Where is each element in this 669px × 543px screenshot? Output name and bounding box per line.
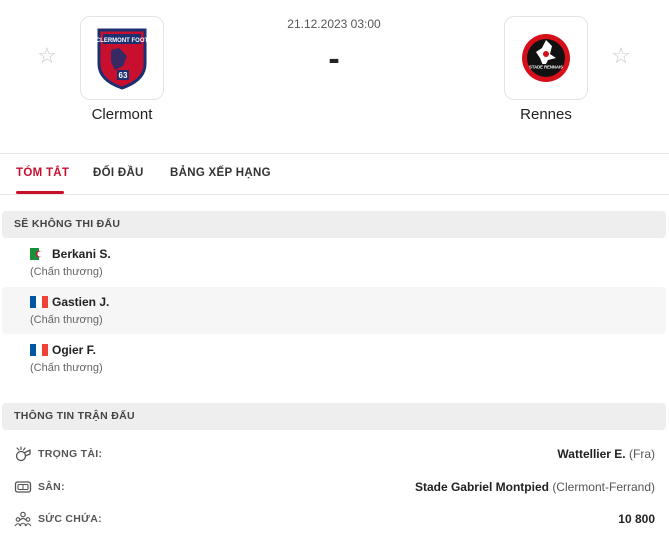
- player-name[interactable]: Berkani S.: [52, 247, 111, 261]
- home-team-name[interactable]: Clermont: [52, 106, 192, 123]
- list-item: Berkani S. (Chấn thương): [2, 239, 666, 286]
- referee-value: Wattellier E. (Fra): [557, 447, 655, 461]
- absence-reason: (Chấn thương): [30, 266, 103, 278]
- tab-standings[interactable]: BẢNG XẾP HẠNG: [170, 167, 271, 179]
- referee-row: TRỌNG TÀI: Wattellier E. (Fra): [0, 443, 669, 467]
- crowd-icon: [14, 511, 32, 527]
- referee-name: Wattellier E.: [557, 447, 626, 461]
- list-item: Gastien J. (Chấn thương): [2, 287, 666, 334]
- match-score: -: [328, 40, 340, 78]
- favorite-away-star-icon[interactable]: ☆: [610, 46, 632, 68]
- clermont-crest-number: 63: [119, 71, 128, 80]
- capacity-label: SỨC CHỨA:: [38, 513, 102, 525]
- favorite-home-star-icon[interactable]: ☆: [36, 46, 58, 68]
- tab-summary[interactable]: TÓM TẮT: [16, 167, 69, 179]
- home-team-logo[interactable]: CLERMONT FOOT 63: [80, 16, 164, 100]
- match-date: 21.12.2023 03:00: [287, 17, 381, 31]
- clermont-crest-text: CLERMONT FOOT: [96, 38, 149, 44]
- france-flag-icon: [30, 296, 48, 308]
- france-flag-icon: [30, 344, 48, 356]
- referee-country: (Fra): [629, 447, 655, 461]
- tab-head-to-head[interactable]: ĐỐI ĐẦU: [93, 167, 144, 179]
- away-team-logo[interactable]: STADE RENNAIS: [504, 16, 588, 100]
- venue-label: SÂN:: [38, 481, 65, 493]
- rennes-crest-icon: STADE RENNAIS: [522, 34, 570, 82]
- rennes-crest-text: STADE RENNAIS: [529, 65, 563, 70]
- clermont-crest-icon: CLERMONT FOOT 63: [96, 28, 149, 90]
- tab-bar: TÓM TẮT ĐỐI ĐẦU BẢNG XẾP HẠNG: [0, 153, 669, 195]
- stadium-icon: [14, 481, 32, 493]
- match-info-header: THÔNG TIN TRẬN ĐẤU: [2, 403, 666, 430]
- player-name[interactable]: Ogier F.: [52, 343, 96, 357]
- capacity-number: 10 800: [618, 512, 655, 526]
- absence-reason: (Chấn thương): [30, 362, 103, 374]
- match-header: ☆ CLERMONT FOOT 63 Clermont 21.12.2023 0…: [0, 0, 669, 153]
- algeria-flag-icon: [30, 248, 48, 260]
- away-team-name[interactable]: Rennes: [476, 106, 616, 123]
- referee-label: TRỌNG TÀI:: [38, 448, 103, 460]
- venue-value: Stade Gabriel Montpied (Clermont-Ferrand…: [415, 480, 655, 494]
- whistle-icon: [15, 446, 31, 462]
- venue-row: SÂN: Stade Gabriel Montpied (Clermont-Fe…: [0, 476, 669, 500]
- capacity-row: SỨC CHỨA: 10 800: [0, 508, 669, 532]
- list-item: Ogier F. (Chấn thương): [2, 335, 666, 382]
- missing-players-header: SẼ KHÔNG THI ĐẤU: [2, 211, 666, 238]
- venue-city: (Clermont-Ferrand): [552, 480, 655, 494]
- player-name[interactable]: Gastien J.: [52, 295, 109, 309]
- active-tab-indicator: [16, 191, 64, 194]
- absence-reason: (Chấn thương): [30, 314, 103, 326]
- venue-name: Stade Gabriel Montpied: [414, 480, 549, 494]
- capacity-value: 10 800: [618, 512, 655, 526]
